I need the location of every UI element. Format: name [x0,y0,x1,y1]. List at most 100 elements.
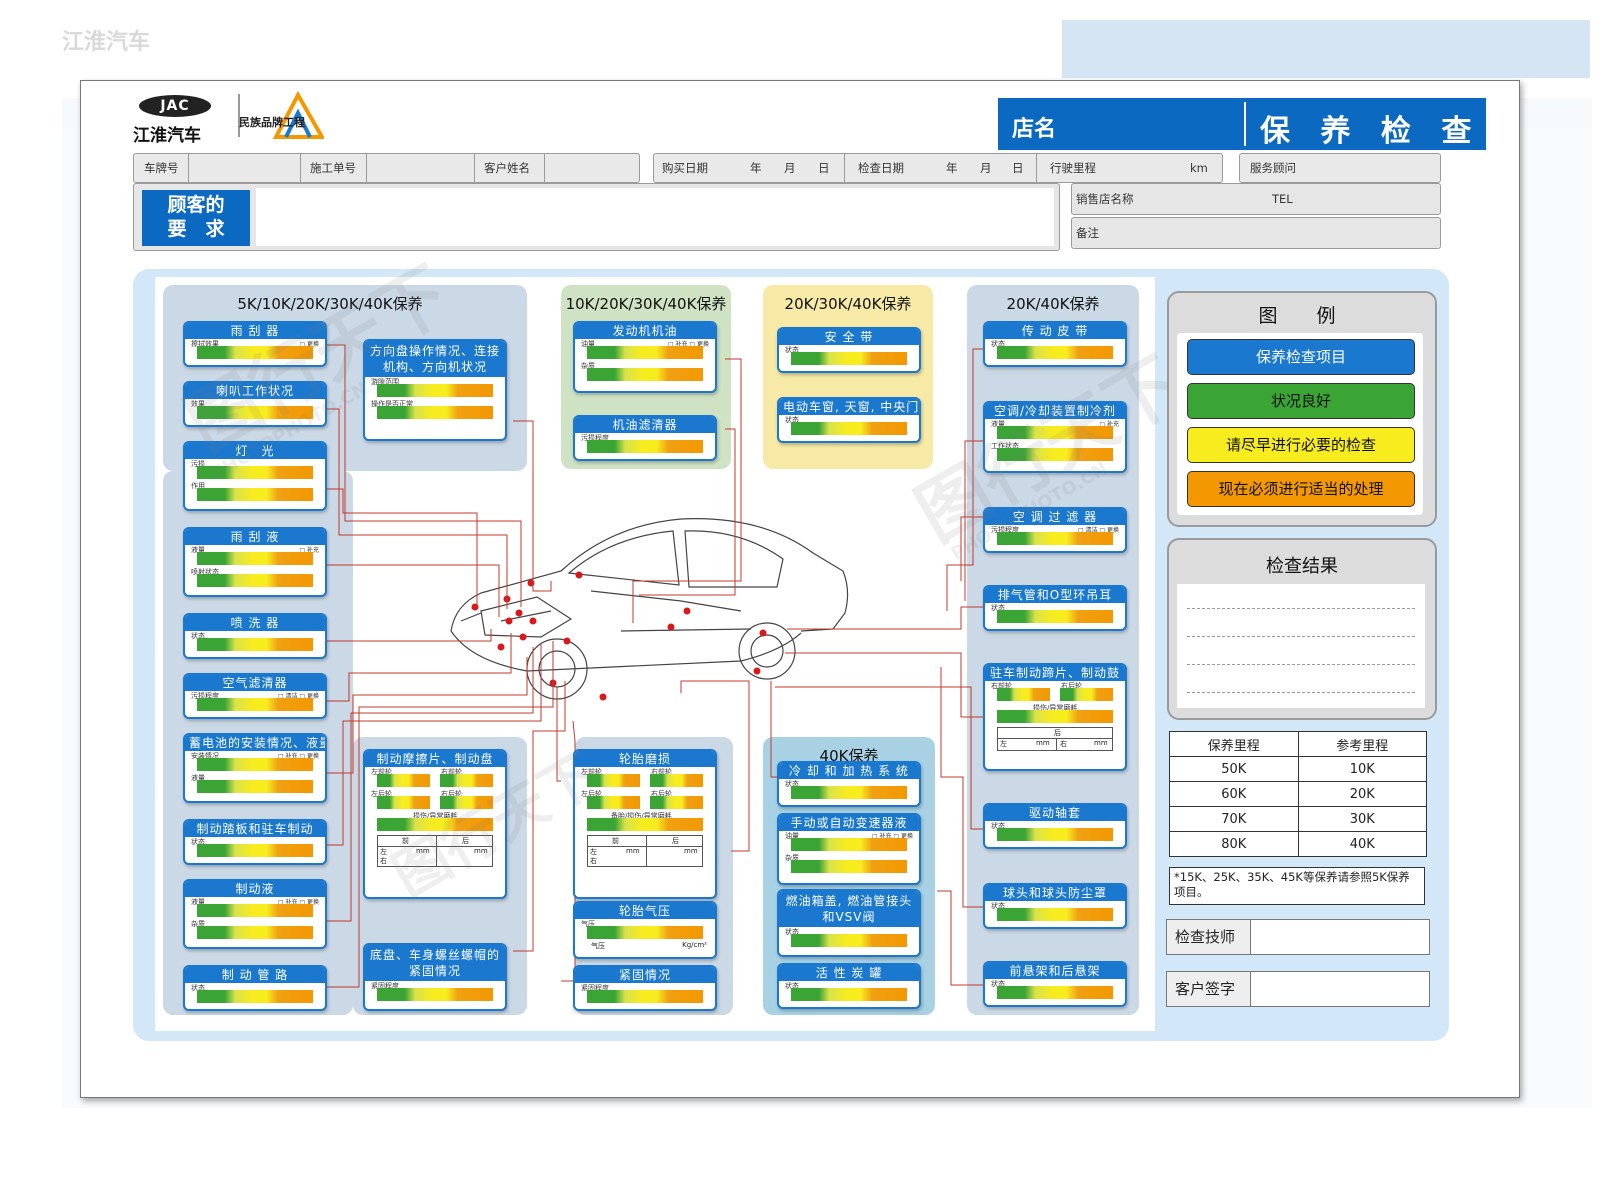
card-title: 燃油箱盖, 燃油管接头和VSV阀 [779,891,919,927]
legend-panel: 图 例 保养检查项目 状况良好 请尽早进行必要的检查 现在必须进行适当的处理 [1167,291,1437,527]
status-bar[interactable] [791,934,907,947]
status-bar[interactable] [377,774,431,787]
advisor-label: 服务顾问 [1250,161,1296,175]
status-bar[interactable] [997,710,1113,723]
card-title: 驻车制动蹄片、制动鼓 [985,665,1125,681]
status-bar[interactable] [997,688,1051,701]
status-bar[interactable] [587,440,703,453]
status-bar[interactable] [377,384,493,397]
legend-item-action-now: 现在必须进行适当的处理 [1187,471,1415,507]
status-bar[interactable] [587,926,703,939]
status-bar[interactable] [791,838,907,851]
card-ball-joint: 球头和球头防尘罩 状态 [983,883,1127,929]
card-title: 制 动 管 路 [185,967,325,983]
customer-request-section: 顾客的 要 求 [133,183,1060,251]
status-bar[interactable] [197,758,313,771]
table-row: 70K 30K [1169,806,1427,832]
status-bar[interactable] [197,488,313,501]
result-title: 检查结果 [1266,556,1338,577]
header-cell: 保养里程 [1169,731,1299,757]
table-row: 60K 20K [1169,781,1427,807]
table-row: 80K 40K [1169,831,1427,857]
store-name-label: 销售店名称 [1076,192,1134,206]
group-title-20k-40k: 20K/40K保养 [1006,295,1100,313]
title-bar: 店名 保 养 检 查 表 [998,98,1486,193]
status-bar[interactable] [197,574,313,587]
status-bar[interactable] [649,774,703,787]
result-field[interactable] [1177,584,1425,708]
card-title: 发动机机油 [575,323,715,339]
shop-name-label: 店名 [1012,117,1057,142]
status-bar[interactable] [377,988,493,1001]
status-bar[interactable] [997,986,1113,999]
status-bar[interactable] [997,908,1113,921]
status-bar[interactable] [791,422,907,435]
table-mm: mm [1036,739,1050,747]
status-bar[interactable] [197,638,313,651]
jac-logo: JAC [139,95,211,117]
info-row-dates: 购买日期 年 月 日 检查日期 年 月 日 行驶里程 km [653,153,1223,183]
status-bar[interactable] [587,346,703,359]
card-seatbelt: 安 全 带 状态 [777,327,921,373]
status-bar[interactable] [197,780,313,793]
table-cell: 10K [1297,756,1427,782]
status-bar[interactable] [997,532,1113,545]
card-title: 手动或自动变速器液 [779,815,919,831]
legend-item-check-soon: 请尽早进行必要的检查 [1187,427,1415,463]
status-bar[interactable] [649,796,703,809]
ghost-title-bar [1062,20,1590,78]
car-diagram [450,518,849,701]
status-bar[interactable] [197,844,313,857]
status-bar[interactable] [791,786,907,799]
status-bar[interactable] [1059,688,1113,701]
card-air-filter: 空气滤清器 污损程度 □ 清洁 □ 更换 [183,673,327,719]
card-title: 前悬架和后悬架 [985,963,1125,979]
status-bar[interactable] [197,698,313,711]
work-order-label: 施工单号 [310,161,356,175]
status-bar[interactable] [197,926,313,939]
status-bar[interactable] [997,828,1113,841]
km-unit: km [1190,161,1208,175]
status-bar[interactable] [587,368,703,381]
card-title: 机油滤清器 [575,417,715,433]
status-bar[interactable] [997,610,1113,623]
card-suspension: 前悬架和后悬架 状态 [983,961,1127,1007]
status-bar[interactable] [197,990,313,1003]
pressure-unit: Kg/cm² [682,941,707,949]
card-title: 喷 洗 器 [185,615,325,631]
card-engine-oil: 发动机机油 油量 □ 补充 □ 更换 杂质 [573,321,717,393]
status-bar[interactable] [197,904,313,917]
status-bar[interactable] [377,406,493,419]
card-title: 电动车窗, 天窗, 中央门锁 [779,399,919,415]
table-cell: 50K [1169,756,1299,782]
info-row-vehicle: 车牌号 施工单号 客户姓名 [133,153,640,183]
card-parking-brake: 驻车制动蹄片、制动鼓 右前轮 右后轮 损伤/异常磨耗 后 左 右 mm mm [983,663,1127,771]
status-bar[interactable] [587,818,703,831]
ghost-logo: 江淮汽车 [62,30,151,55]
customer-request-field[interactable] [256,188,1054,246]
table-rear: 后 [1054,729,1061,737]
header-cell: 参考里程 [1297,731,1427,757]
card-exhaust: 排气管和O型环吊耳 状态 [983,585,1127,631]
status-bar[interactable] [197,552,313,565]
mileage-note: *15K、25K、35K、45K等保养请参照5K保养项目。 [1169,867,1425,905]
table-header: 保养里程 参考里程 [1169,731,1427,757]
inspection-sheet: JAC 江淮汽车 民族品牌工程 店名 保 养 检 查 表 车牌号 施工单号 客户… [80,80,1520,1098]
card-title: 紧固情况 [575,967,715,983]
purchase-date-label: 购买日期 [662,161,708,175]
measure-table[interactable]: 后 左 右 mm mm [997,727,1113,751]
status-bar[interactable] [791,860,907,873]
status-bar[interactable] [791,352,907,365]
table-mm: mm [1094,739,1108,747]
status-bar[interactable] [587,990,703,1003]
customer-sign-label: 客户签字 [1167,972,1251,1006]
measure-table[interactable]: 前 后 左 右 mm mm [587,835,703,867]
technician-signature[interactable]: 检查技师 [1166,919,1430,955]
table-mm: mm [684,847,698,855]
card-title: 底盘、车身螺丝螺帽的紧固情况 [365,945,505,981]
customer-signature[interactable]: 客户签字 [1166,971,1430,1007]
card-title: 制动摩擦片、制动盘 [365,751,505,767]
status-bar[interactable] [377,796,431,809]
status-bar[interactable] [791,988,907,1001]
card-brake-pipe: 制 动 管 路 状态 [183,965,327,1011]
